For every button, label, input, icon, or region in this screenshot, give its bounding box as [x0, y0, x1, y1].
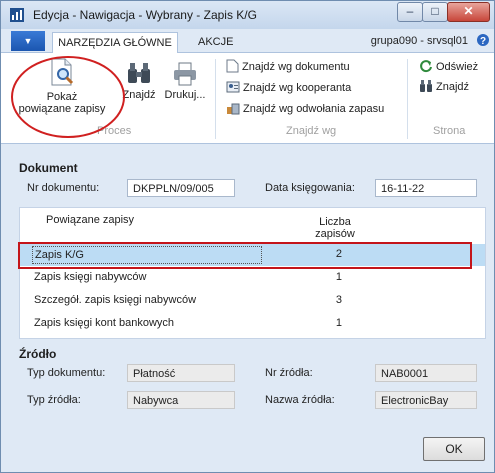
document-type-label: Typ dokumentu:	[27, 367, 106, 379]
section-title-source: Źródło	[19, 347, 57, 361]
server-label: grupa090 - srvsql01	[370, 35, 468, 47]
refresh-label: Odśwież	[436, 61, 479, 73]
find-by-document-label: Znajdź wg dokumentu	[242, 61, 350, 73]
tab-home[interactable]: NARZĘDZIA GŁÓWNE	[52, 32, 178, 53]
app-icon	[10, 8, 24, 22]
title-bar: Edycja - Nawigacja - Wybrany - Zapis K/G…	[1, 1, 494, 29]
window-title: Edycja - Nawigacja - Wybrany - Zapis K/G	[33, 8, 257, 22]
column-header-count-2[interactable]: zapisów	[310, 228, 360, 240]
source-no-field: NAB0001	[375, 364, 477, 382]
source-name-label: Nazwa źródła:	[265, 394, 335, 406]
row-name: Zapis księgi kont bankowych	[34, 317, 175, 329]
minimize-button[interactable]: –	[397, 2, 423, 22]
posting-date-label: Data księgowania:	[265, 182, 355, 194]
ok-button[interactable]: OK	[423, 437, 485, 461]
close-button[interactable]: ✕	[447, 2, 490, 22]
ribbon-separator	[407, 59, 408, 139]
row-count[interactable]: 1	[330, 271, 342, 283]
find-by-inventory-ref-button[interactable]: Znajdź wg odwołania zapasu	[226, 101, 384, 115]
tab-actions[interactable]: AKCJE	[198, 32, 233, 52]
inventory-icon	[227, 103, 240, 115]
section-title-document: Dokument	[19, 161, 78, 175]
refresh-button[interactable]: Odśwież	[419, 59, 478, 73]
binoculars-icon	[128, 63, 150, 83]
find-by-partner-button[interactable]: Znajdź wg kooperanta	[226, 80, 351, 94]
source-no-label: Nr źródła:	[265, 367, 313, 379]
table-row[interactable]: Zapis księgi nabywców 1	[20, 267, 485, 289]
document-no-label: Nr dokumentu:	[27, 182, 100, 194]
grid-header: Powiązane zapisy Liczba zapisów	[20, 208, 485, 242]
annotation-circle	[11, 56, 125, 138]
row-name: Szczegół. zapis księgi nabywców	[34, 294, 197, 306]
dialog-window: Edycja - Nawigacja - Wybrany - Zapis K/G…	[0, 0, 495, 473]
group-label-find-by: Znajdź wg	[286, 125, 337, 137]
annotation-highlight-rect	[18, 242, 472, 269]
group-label-page: Strona	[433, 125, 466, 137]
document-type-field: Płatność	[127, 364, 235, 382]
app-menu-button[interactable]: ▼	[11, 31, 45, 51]
table-row[interactable]: Zapis księgi kont bankowych 1	[20, 313, 485, 335]
ribbon-tabs: ▼ NARZĘDZIA GŁÓWNE AKCJE grupa090 - srvs…	[1, 30, 494, 53]
find-by-partner-label: Znajdź wg kooperanta	[243, 82, 352, 94]
find-label: Znajdź	[122, 89, 156, 101]
row-count[interactable]: 1	[330, 317, 342, 329]
print-button[interactable]: Drukuj...	[161, 61, 209, 101]
find-page-button[interactable]: Znajdź	[419, 80, 469, 93]
posting-date-field[interactable]: 16-11-22	[375, 179, 477, 197]
row-name: Zapis księgi nabywców	[34, 271, 147, 283]
help-icon[interactable]: ?	[476, 33, 490, 47]
find-by-inventory-ref-label: Znajdź wg odwołania zapasu	[243, 103, 385, 115]
content-area: Dokument Nr dokumentu: DKPPLN/09/005 Dat…	[9, 151, 486, 463]
column-header-related-entries[interactable]: Powiązane zapisy	[46, 214, 134, 226]
find-page-label: Znajdź	[436, 81, 470, 93]
source-type-field: Nabywca	[127, 391, 235, 409]
source-type-label: Typ źródła:	[27, 394, 81, 406]
ribbon-separator	[215, 59, 216, 139]
source-name-field: ElectronicBay	[375, 391, 477, 409]
table-row[interactable]: Szczegół. zapis księgi nabywców 3	[20, 290, 485, 312]
document-icon	[226, 59, 239, 73]
row-count[interactable]: 3	[330, 294, 342, 306]
contact-card-icon	[226, 81, 240, 93]
printer-icon	[174, 62, 196, 86]
find-by-document-button[interactable]: Znajdź wg dokumentu	[226, 59, 350, 73]
svg-text:?: ?	[480, 36, 486, 47]
refresh-icon	[420, 60, 432, 73]
binoculars-icon	[420, 80, 432, 92]
maximize-button[interactable]: □	[422, 2, 448, 22]
related-entries-grid: Powiązane zapisy Liczba zapisów Zapis K/…	[19, 207, 486, 339]
find-button[interactable]: Znajdź	[119, 61, 159, 101]
column-header-count-1[interactable]: Liczba	[310, 216, 360, 228]
print-label: Drukuj...	[164, 89, 206, 101]
document-no-field[interactable]: DKPPLN/09/005	[127, 179, 235, 197]
